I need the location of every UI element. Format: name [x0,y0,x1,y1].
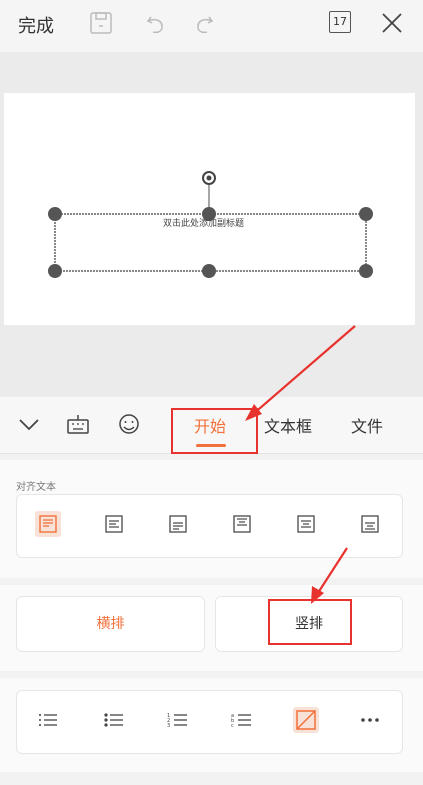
numbered-list-icon: 1 2 3 [167,713,187,729]
tab-textbox[interactable]: 文本框 [264,413,312,437]
subtitle-placeholder[interactable]: 双击此处添加副标题 [163,216,244,229]
no-list-button[interactable] [293,707,319,733]
lettered-list-icon: a b c [231,713,251,729]
align-middle-icon [297,515,315,533]
vertical-text-button[interactable]: 竖排 [215,596,403,652]
align-middle-button[interactable] [293,511,319,537]
resize-handle [48,264,62,278]
horizontal-text-button[interactable]: 横排 [16,596,205,652]
chevron-down-icon[interactable] [18,415,40,435]
align-bottom-button[interactable] [165,511,191,537]
no-list-icon [296,710,316,730]
svg-text:3: 3 [167,723,170,729]
dot-list-button[interactable] [101,707,127,733]
format-panel: 对齐文本 横排 竖排 1 2 3 a b c [0,454,423,785]
list-section: 1 2 3 a b c [0,678,423,772]
direction-section: 横排 竖排 [0,585,423,671]
lettered-list-button[interactable]: a b c [229,707,255,733]
bullet-list-icon [39,714,57,726]
bullet-list-button[interactable] [35,707,61,733]
align-section: 对齐文本 [0,460,423,578]
more-icon [361,718,379,722]
align-justify-button[interactable] [357,511,383,537]
tab-start[interactable]: 开始 [194,413,226,437]
svg-text:c: c [231,723,234,729]
align-justify-icon [361,515,379,533]
align-top-icon [39,515,57,533]
align-options-card [16,494,403,558]
resize-handle [359,207,373,221]
resize-handle [202,264,216,278]
align-center-button[interactable] [229,511,255,537]
emoji-icon[interactable] [117,412,141,436]
resize-handle [48,207,62,221]
resize-handle [359,264,373,278]
align-bottom-icon [169,515,187,533]
numbered-list-button[interactable]: 1 2 3 [165,707,191,733]
keyboard-icon[interactable] [66,412,90,436]
list-options-card: 1 2 3 a b c [16,690,403,754]
tab-file[interactable]: 文件 [351,413,383,437]
align-section-label: 对齐文本 [16,482,56,493]
tab-bar: 开始 文本框 文件 [0,397,423,454]
textbox-selection[interactable] [0,0,423,400]
align-left-icon [105,515,123,533]
dot-list-icon [104,713,123,727]
align-center-icon [233,515,251,533]
align-left-button[interactable] [101,511,127,537]
active-tab-indicator [196,444,226,447]
align-top-button[interactable] [35,511,61,537]
more-button[interactable] [357,707,383,733]
